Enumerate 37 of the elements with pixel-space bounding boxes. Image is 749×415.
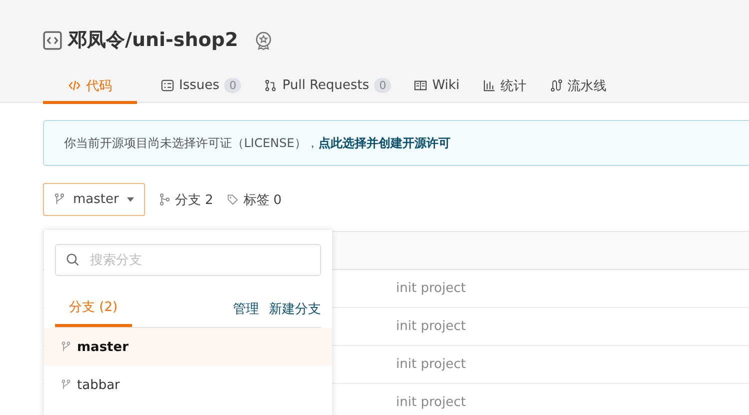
branch-icon bbox=[158, 193, 170, 206]
pipeline-icon bbox=[550, 79, 563, 92]
repo-tab[interactable]: Wiki bbox=[414, 70, 483, 104]
create-license-link[interactable]: 点此选择并创建开源许可 bbox=[318, 134, 450, 152]
caret-icon bbox=[126, 197, 134, 202]
repo-tab[interactable]: Pull Requests 0 bbox=[264, 70, 414, 104]
count-badge: 0 bbox=[224, 78, 242, 93]
pull-request-icon bbox=[264, 79, 278, 92]
branch-item[interactable]: master bbox=[44, 328, 332, 366]
commit-message[interactable]: init project bbox=[396, 357, 466, 372]
commit-message[interactable]: init project bbox=[396, 319, 466, 334]
search-field[interactable]: 搜索分支 bbox=[55, 244, 321, 276]
badge-icon[interactable] bbox=[254, 30, 274, 50]
branch-item[interactable]: tabbar bbox=[44, 366, 332, 404]
bar-chart-icon bbox=[482, 79, 496, 92]
commit-message[interactable]: init project bbox=[396, 395, 466, 410]
repo-tab[interactable]: 流水线 bbox=[550, 70, 630, 104]
branch-icon bbox=[61, 341, 71, 353]
checklist-icon bbox=[161, 79, 174, 92]
branch-icon bbox=[54, 193, 65, 206]
repo-tab[interactable]: 统计 bbox=[482, 70, 550, 104]
book-icon bbox=[414, 79, 428, 92]
branches-link[interactable]: 分支 2 bbox=[158, 190, 214, 208]
code-icon bbox=[43, 30, 62, 50]
tag-icon bbox=[227, 193, 238, 206]
dropdown-action-link[interactable]: 管理 bbox=[233, 300, 259, 318]
search-icon bbox=[66, 253, 80, 267]
repo-tab[interactable]: Issues 0 bbox=[161, 70, 264, 104]
dropdown-action-link[interactable]: 新建分支 bbox=[269, 300, 321, 318]
branch-select[interactable]: master bbox=[43, 183, 145, 216]
count-badge: 0 bbox=[374, 78, 392, 93]
branch-icon bbox=[61, 379, 71, 391]
tags-link[interactable]: 标签 0 bbox=[227, 190, 282, 208]
notice-text: 你当前开源项目尚未选择许可证（LICENSE）， bbox=[64, 134, 318, 152]
repo-title: 邓凤令/uni-shop2 bbox=[68, 28, 238, 53]
commit-message[interactable]: init project bbox=[396, 281, 466, 296]
code-icon bbox=[68, 79, 81, 92]
